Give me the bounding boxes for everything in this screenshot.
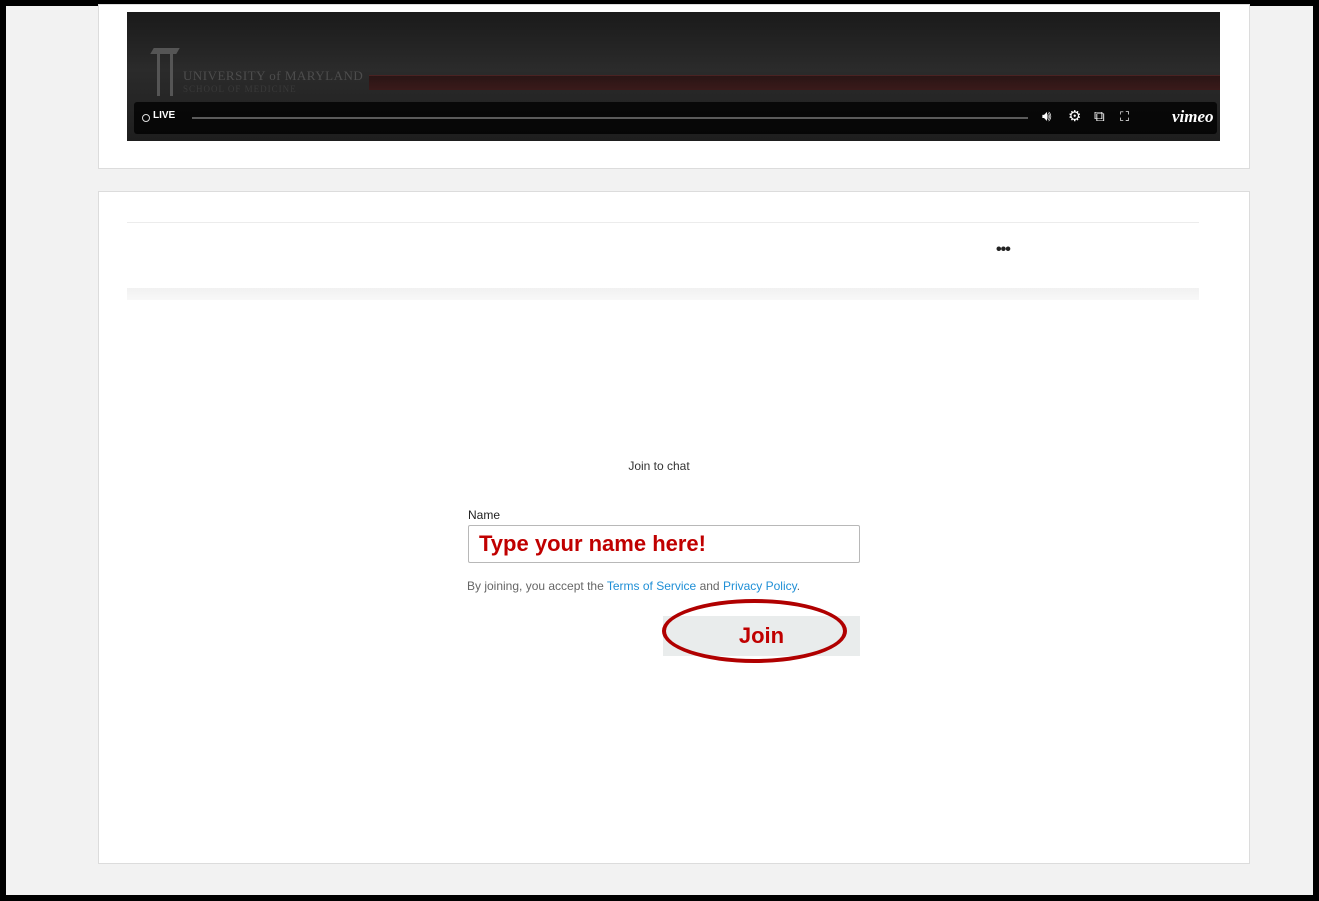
- terms-suffix: .: [796, 579, 801, 593]
- join-chat-title: Join to chat: [628, 459, 690, 473]
- university-logo-icon: [157, 54, 173, 96]
- chat-card: ••• Join to chat Name By joining, you ac…: [98, 191, 1250, 864]
- fullscreen-icon[interactable]: ⛶: [1120, 108, 1129, 126]
- settings-gear-icon[interactable]: ⚙︎: [1068, 108, 1081, 126]
- video-player[interactable]: UNIVERSITY of MARYLAND SCHOOL OF MEDICIN…: [127, 12, 1220, 141]
- terms-notice: By joining, you accept the Terms of Serv…: [467, 579, 800, 593]
- live-label: LIVE: [153, 110, 176, 121]
- progress-bar[interactable]: [192, 117, 1028, 119]
- page-frame: UNIVERSITY of MARYLAND SCHOOL OF MEDICIN…: [0, 0, 1319, 901]
- join-button[interactable]: Join: [663, 616, 860, 656]
- terms-of-service-link[interactable]: Terms of Service: [607, 579, 696, 593]
- chat-section-divider: [127, 288, 1199, 300]
- name-label: Name: [468, 508, 501, 522]
- chat-header-divider: [127, 222, 1199, 223]
- name-input[interactable]: [468, 525, 860, 563]
- terms-middle: and: [696, 579, 723, 593]
- volume-icon[interactable]: 🔊︎: [1042, 108, 1051, 126]
- live-indicator-icon: [142, 114, 150, 122]
- picture-in-picture-icon[interactable]: ⧉: [1094, 108, 1105, 126]
- university-logo-subtext: SCHOOL OF MEDICINE: [183, 84, 297, 94]
- more-options-icon[interactable]: •••: [996, 242, 1011, 258]
- video-banner-stripe: [369, 75, 1220, 90]
- university-logo-text: UNIVERSITY of MARYLAND: [183, 68, 364, 83]
- terms-prefix: By joining, you accept the: [467, 579, 607, 593]
- player-controls-bar: LIVE 🔊︎ ⚙︎ ⧉ ⛶ vimeo: [134, 102, 1217, 134]
- vimeo-logo[interactable]: vimeo: [1172, 107, 1214, 127]
- privacy-policy-link[interactable]: Privacy Policy: [723, 579, 797, 593]
